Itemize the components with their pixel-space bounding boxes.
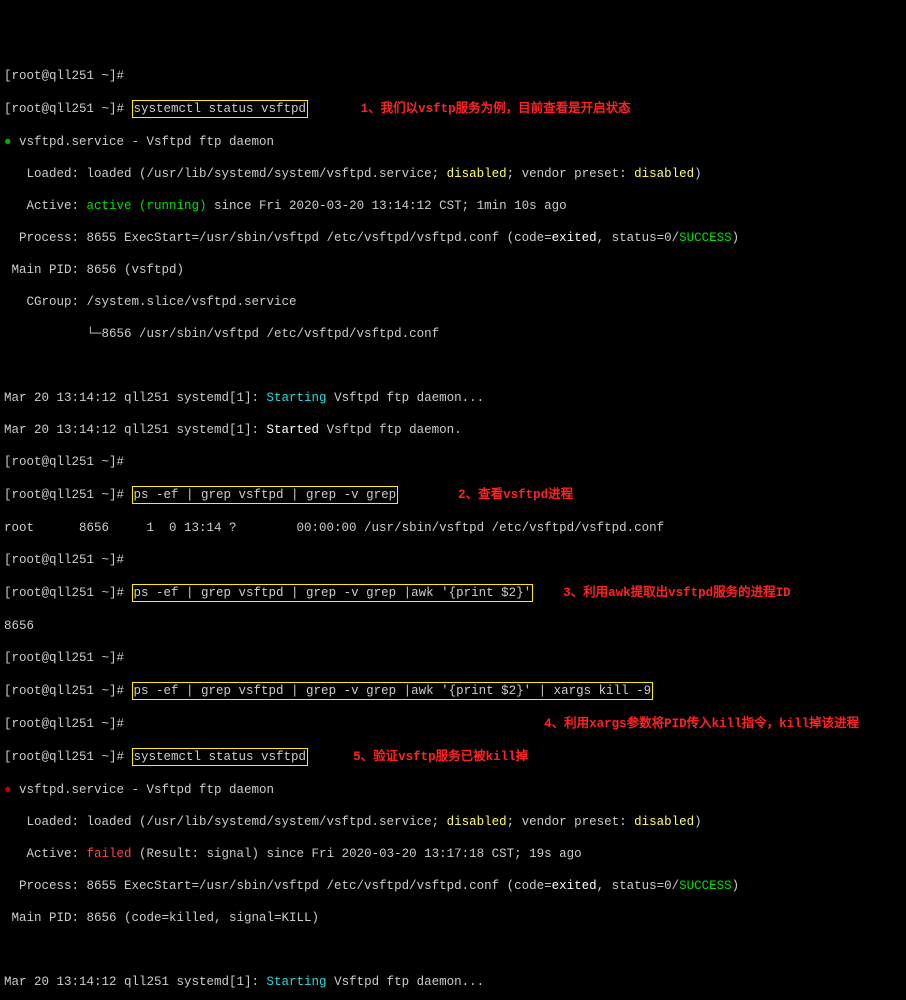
log2a: Mar 20 13:14:12 qll251 systemd[1]: Start… [4,974,906,990]
svc-mainpid: Main PID: 8656 (vsftpd) [4,262,906,278]
pid-output: 8656 [4,618,906,634]
cmd-systemctl-status-2: systemctl status vsftpd [132,748,309,766]
ps-output: root 8656 1 0 13:14 ? 00:00:00 /usr/sbin… [4,520,906,536]
svc-loaded-2: Loaded: loaded (/usr/lib/systemd/system/… [4,814,906,830]
line: [root@qll251 ~]# [4,454,906,470]
note5: 5、验证vsftp服务已被kill掉 [353,750,528,764]
line-cmd1[interactable]: [root@qll251 ~]# systemctl status vsftpd… [4,100,906,118]
note1: 1、我们以vsftp服务为例，目前查看是开启状态 [361,102,631,116]
note4: 4、利用xargs参数将PID传入kill指令，kill掉该进程 [544,717,859,731]
blank [4,358,906,374]
svc-process: Process: 8655 ExecStart=/usr/sbin/vsftpd… [4,230,906,246]
line-cmd2[interactable]: [root@qll251 ~]# ps -ef | grep vsftpd | … [4,486,906,504]
cmd-ps-grep: ps -ef | grep vsftpd | grep -v grep [132,486,399,504]
svc-mainpid-2: Main PID: 8656 (code=killed, signal=KILL… [4,910,906,926]
log-started: Mar 20 13:14:12 qll251 systemd[1]: Start… [4,422,906,438]
svc-header: vsftpd.service - Vsftpd ftp daemon [4,134,906,150]
line: [root@qll251 ~]# 4、利用xargs参数将PID传入kill指令… [4,716,906,732]
note3: 3、利用awk提取出vsftpd服务的进程ID [563,586,791,600]
svc-cgroup: CGroup: /system.slice/vsftpd.service [4,294,906,310]
line: [root@qll251 ~]# [4,68,906,84]
cmd-ps-awk: ps -ef | grep vsftpd | grep -v grep |awk… [132,584,534,602]
line-cmd3[interactable]: [root@qll251 ~]# ps -ef | grep vsftpd | … [4,584,906,602]
blank [4,942,906,958]
active-dot-icon [4,135,12,149]
svc-header-2: vsftpd.service - Vsftpd ftp daemon [4,782,906,798]
svc-loaded: Loaded: loaded (/usr/lib/systemd/system/… [4,166,906,182]
svc-active-2: Active: failed (Result: signal) since Fr… [4,846,906,862]
cmd-systemctl-status: systemctl status vsftpd [132,100,309,118]
log-starting: Mar 20 13:14:12 qll251 systemd[1]: Start… [4,390,906,406]
svc-active: Active: active (running) since Fri 2020-… [4,198,906,214]
line-cmd4[interactable]: [root@qll251 ~]# ps -ef | grep vsftpd | … [4,682,906,700]
failed-dot-icon [4,783,12,797]
svc-tree: └─8656 /usr/sbin/vsftpd /etc/vsftpd/vsft… [4,326,906,342]
svc-process-2: Process: 8655 ExecStart=/usr/sbin/vsftpd… [4,878,906,894]
line-cmd5[interactable]: [root@qll251 ~]# systemctl status vsftpd… [4,748,906,766]
line: [root@qll251 ~]# [4,552,906,568]
cmd-xargs-kill: ps -ef | grep vsftpd | grep -v grep |awk… [132,682,654,700]
line: [root@qll251 ~]# [4,650,906,666]
